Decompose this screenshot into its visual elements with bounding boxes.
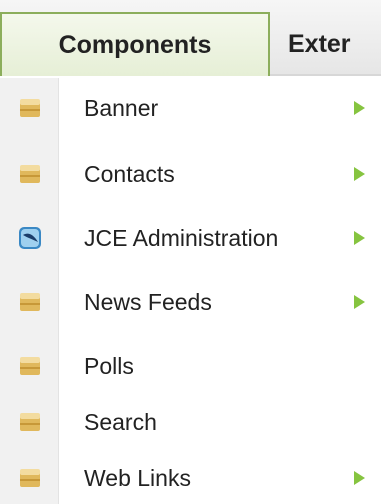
submenu-arrow-icon [354,231,365,245]
admin-menu-page: Components Exter Banner Contacts JCE Adm… [0,0,381,504]
tab-components[interactable]: Components [0,12,270,76]
menu-item-news-feeds[interactable]: News Feeds [0,276,381,328]
menu-item-web-links[interactable]: Web Links [0,452,381,504]
tab-extensions-label: Exter [288,29,351,58]
components-dropdown: Banner Contacts JCE Administration News … [0,78,381,504]
menu-item-label: Banner [84,95,159,121]
submenu-arrow-icon [354,167,365,181]
folder-icon [18,466,42,490]
submenu-arrow-icon [354,471,365,485]
menu-item-polls[interactable]: Polls [0,340,381,392]
menu-item-label: Polls [84,353,134,379]
menu-item-jce-administration[interactable]: JCE Administration [0,212,381,264]
menu-item-label: Search [84,409,157,435]
tab-extensions[interactable]: Exter [270,12,381,76]
submenu-arrow-icon [354,295,365,309]
menu-item-search[interactable]: Search [0,396,381,448]
folder-icon [18,410,42,434]
menu-item-label: JCE Administration [84,225,279,251]
menu-item-label: News Feeds [84,289,212,315]
folder-icon [18,290,42,314]
submenu-arrow-icon [354,101,365,115]
menu-item-contacts[interactable]: Contacts [0,148,381,200]
top-menubar: Components Exter [0,0,381,76]
menu-item-label: Contacts [84,161,175,187]
jce-feather-icon [18,226,42,250]
menu-item-banner[interactable]: Banner [0,82,381,134]
folder-icon [18,162,42,186]
tab-components-label: Components [58,30,212,59]
folder-icon [18,354,42,378]
folder-icon [18,96,42,120]
menu-item-label: Web Links [84,465,191,491]
